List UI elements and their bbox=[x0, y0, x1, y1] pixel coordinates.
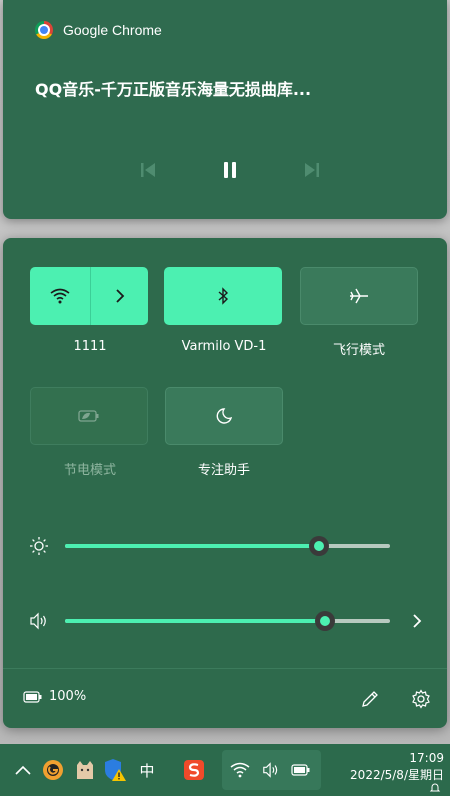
sogou-ime-icon[interactable] bbox=[181, 757, 207, 783]
battery-charging-icon bbox=[291, 764, 310, 776]
tray-volume bbox=[259, 758, 283, 782]
speaker-icon bbox=[263, 762, 278, 778]
airplane-mode-label: 飞行模式 bbox=[332, 343, 385, 358]
previous-track-button[interactable] bbox=[134, 156, 162, 184]
battery-status[interactable]: 100% bbox=[23, 689, 86, 704]
moon-icon bbox=[216, 408, 233, 424]
tray-wifi bbox=[228, 758, 252, 782]
volume-slider[interactable] bbox=[65, 611, 390, 631]
bluetooth-icon bbox=[218, 287, 229, 305]
shield-warning-icon bbox=[105, 759, 126, 781]
security-warning-icon[interactable] bbox=[101, 757, 127, 783]
pause-button[interactable] bbox=[216, 156, 244, 184]
next-track-button[interactable] bbox=[298, 156, 326, 184]
media-controls bbox=[3, 156, 450, 184]
clock-time: 17:09 bbox=[409, 751, 444, 765]
chevron-up-icon bbox=[15, 765, 31, 775]
wifi-tile-label: 1111 bbox=[73, 339, 107, 354]
battery-saver-icon bbox=[78, 410, 99, 422]
brightness-thumb[interactable] bbox=[308, 536, 329, 556]
battery-charging-icon bbox=[23, 690, 42, 703]
battery-saver-label: 节电模式 bbox=[63, 463, 116, 478]
next-icon bbox=[305, 163, 319, 177]
wifi-tile bbox=[30, 267, 148, 325]
media-title: QQ音乐-千万正版音乐海量无损曲库... bbox=[35, 80, 312, 99]
volume-thumb[interactable] bbox=[315, 611, 335, 631]
chevron-right-icon bbox=[115, 289, 124, 303]
focus-assist-tile[interactable] bbox=[165, 387, 283, 445]
wifi-networks-button[interactable] bbox=[91, 267, 148, 325]
tray-app-orange-icon[interactable] bbox=[40, 757, 66, 783]
chrome-icon bbox=[35, 21, 53, 39]
quick-settings-panel: 1111 Varmilo VD-1 飞行模式 节电模式 专注助手 100% bbox=[3, 238, 447, 728]
clock[interactable]: 17:09 2022/5/8/星期日 bbox=[350, 750, 444, 784]
previous-icon bbox=[141, 163, 155, 177]
brightness-fill bbox=[65, 544, 319, 548]
wifi-toggle[interactable] bbox=[30, 267, 90, 325]
brightness-row bbox=[3, 534, 447, 558]
wifi-icon bbox=[50, 288, 70, 304]
airplane-icon bbox=[350, 288, 368, 304]
brightness-slider[interactable] bbox=[65, 536, 390, 556]
airplane-mode-tile[interactable] bbox=[300, 267, 418, 325]
brightness-icon bbox=[30, 537, 48, 555]
system-tray-quick-settings-button[interactable] bbox=[222, 750, 321, 790]
tray-battery bbox=[289, 758, 313, 782]
battery-saver-tile[interactable] bbox=[30, 387, 148, 445]
chevron-right-icon bbox=[413, 614, 422, 628]
quick-settings-footer: 100% bbox=[3, 668, 447, 729]
media-app-name: Google Chrome bbox=[63, 22, 162, 38]
bluetooth-tile-label: Varmilo VD-1 bbox=[181, 339, 267, 354]
edit-quick-settings-button[interactable] bbox=[358, 687, 382, 711]
audio-output-button[interactable] bbox=[407, 611, 427, 631]
tray-app-cat-icon[interactable] bbox=[72, 757, 98, 783]
pencil-icon bbox=[362, 691, 378, 707]
input-method-indicator[interactable]: 中 bbox=[133, 757, 161, 783]
notification-icon[interactable] bbox=[429, 782, 441, 794]
bluetooth-tile[interactable] bbox=[164, 267, 282, 325]
wifi-icon bbox=[230, 762, 250, 778]
focus-assist-label: 专注助手 bbox=[197, 463, 250, 478]
sogou-icon bbox=[184, 760, 204, 780]
volume-fill bbox=[65, 619, 325, 623]
speaker-icon bbox=[30, 612, 46, 630]
media-flyout: Google Chrome QQ音乐-千万正版音乐海量无损曲库... bbox=[3, 0, 447, 219]
all-settings-button[interactable] bbox=[409, 687, 433, 711]
gear-icon bbox=[412, 689, 430, 709]
battery-percentage: 100% bbox=[49, 689, 87, 704]
orange-app-icon bbox=[43, 760, 63, 780]
volume-row bbox=[3, 609, 447, 633]
pause-icon bbox=[224, 162, 236, 178]
taskbar: 中 17:09 2022/5/8/星期日 bbox=[0, 744, 450, 796]
cat-app-icon bbox=[77, 761, 93, 779]
show-hidden-icons-button[interactable] bbox=[10, 757, 36, 783]
media-source: Google Chrome bbox=[35, 21, 162, 39]
